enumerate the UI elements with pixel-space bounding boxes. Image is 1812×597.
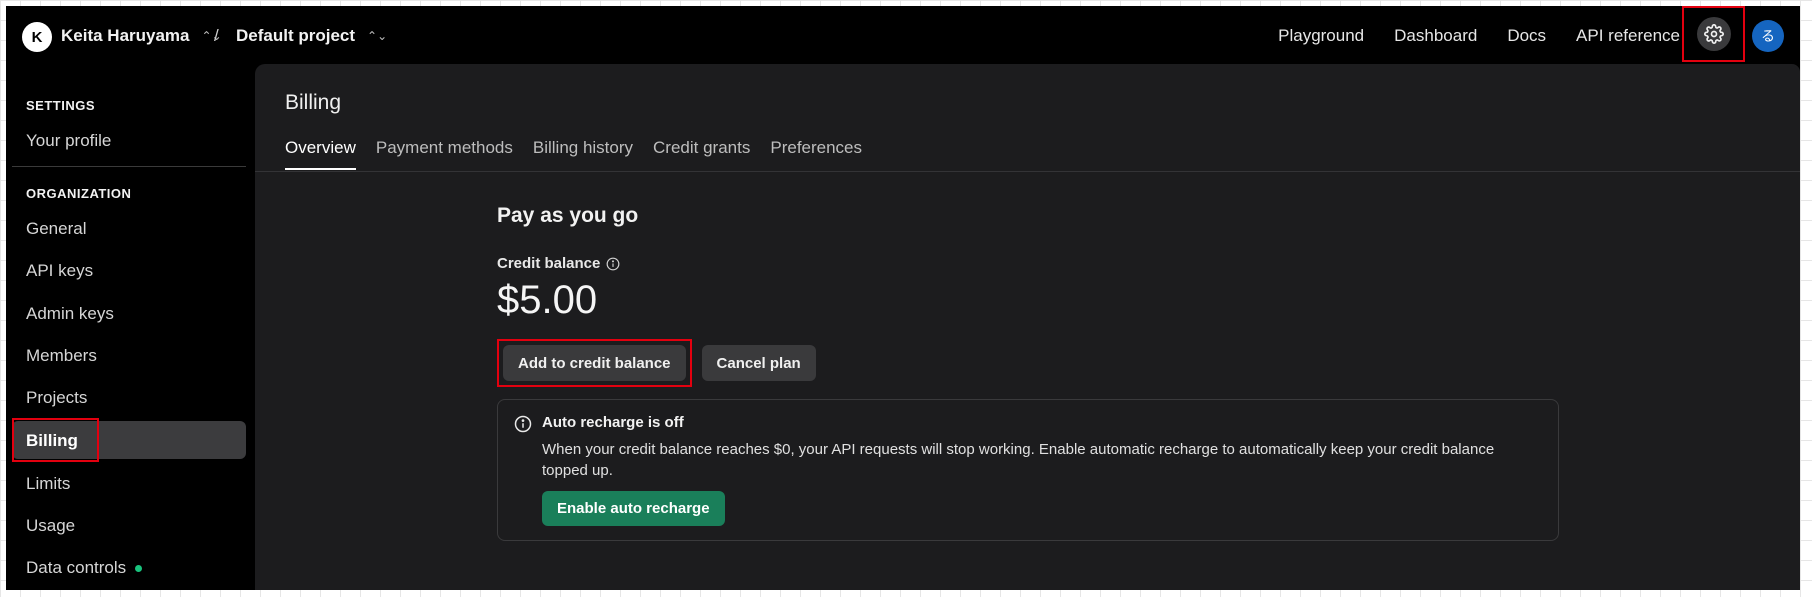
nav-api-reference[interactable]: API reference <box>1576 26 1680 46</box>
sidebar-item-billing[interactable]: Billing <box>26 431 78 451</box>
breadcrumb-separator: / <box>214 26 219 45</box>
cancel-plan-button[interactable]: Cancel plan <box>701 345 816 381</box>
chevron-updown-icon: ⌃⌄ <box>367 29 388 43</box>
notice-text: When your credit balance reaches $0, you… <box>542 441 1495 479</box>
status-dot <box>134 565 142 573</box>
plan-title: Pay as you go <box>497 204 639 227</box>
sidebar-divider <box>12 166 246 167</box>
info-icon[interactable] <box>606 257 620 271</box>
sidebar-item-projects[interactable]: Projects <box>26 388 87 408</box>
top-bar: K Keita Haruyama ⌃⌄ / Default project ⌃⌄… <box>6 6 1800 64</box>
sidebar: SETTINGS Your profile ORGANIZATION Gener… <box>6 64 254 590</box>
billing-tabs: Overview Payment methods Billing history… <box>285 138 862 170</box>
org-avatar[interactable]: K <box>22 22 52 52</box>
org-name: Keita Haruyama <box>61 26 190 45</box>
gear-icon <box>1703 24 1724 44</box>
project-switcher[interactable]: Default project ⌃⌄ <box>236 26 387 46</box>
sidebar-item-admin-keys[interactable]: Admin keys <box>26 304 114 324</box>
sidebar-item-members[interactable]: Members <box>26 346 97 366</box>
info-icon <box>514 415 532 433</box>
tab-preferences[interactable]: Preferences <box>770 138 862 168</box>
nav-dashboard[interactable]: Dashboard <box>1394 26 1477 46</box>
settings-section-title: SETTINGS <box>26 98 96 113</box>
add-credit-highlight: Add to credit balance <box>497 339 692 387</box>
sidebar-item-your-profile[interactable]: Your profile <box>26 131 111 151</box>
top-nav: Playground Dashboard Docs API reference <box>1278 26 1680 46</box>
sidebar-item-data-controls[interactable]: Data controls <box>26 558 142 578</box>
sidebar-item-general[interactable]: General <box>26 219 86 239</box>
billing-actions: Add to credit balance Cancel plan <box>497 339 1559 387</box>
nav-docs[interactable]: Docs <box>1507 26 1546 46</box>
auto-recharge-notice: Auto recharge is off When your credit ba… <box>497 399 1559 541</box>
tab-billing-history[interactable]: Billing history <box>533 138 633 168</box>
main-panel: Billing Overview Payment methods Billing… <box>255 64 1800 590</box>
notice-title: Auto recharge is off <box>542 414 684 431</box>
user-avatar[interactable]: る <box>1752 20 1784 52</box>
app-window: K Keita Haruyama ⌃⌄ / Default project ⌃⌄… <box>6 6 1800 590</box>
credit-balance-label-text: Credit balance <box>497 255 601 272</box>
overview-content: Pay as you go Credit balance $5.00 Add t… <box>497 204 1559 541</box>
settings-highlight <box>1682 6 1745 62</box>
page-title: Billing <box>285 91 342 114</box>
credit-balance-label: Credit balance <box>497 255 1559 272</box>
project-name: Default project <box>236 26 356 45</box>
organization-section-title: ORGANIZATION <box>26 186 132 201</box>
tab-overview[interactable]: Overview <box>285 138 356 170</box>
enable-auto-recharge-button[interactable]: Enable auto recharge <box>542 491 725 526</box>
tabs-divider <box>255 171 1800 172</box>
settings-button[interactable] <box>1696 17 1731 51</box>
sidebar-item-usage[interactable]: Usage <box>26 516 75 536</box>
sidebar-item-api-keys[interactable]: API keys <box>26 261 93 281</box>
credit-balance-value: $5.00 <box>497 278 598 322</box>
sidebar-item-limits[interactable]: Limits <box>26 474 70 494</box>
org-switcher[interactable]: Keita Haruyama ⌃⌄ <box>61 26 222 46</box>
nav-playground[interactable]: Playground <box>1278 26 1364 46</box>
tab-credit-grants[interactable]: Credit grants <box>653 138 750 168</box>
tab-payment-methods[interactable]: Payment methods <box>376 138 513 168</box>
add-credit-button[interactable]: Add to credit balance <box>503 345 686 381</box>
sidebar-item-data-controls-label: Data controls <box>26 558 127 577</box>
